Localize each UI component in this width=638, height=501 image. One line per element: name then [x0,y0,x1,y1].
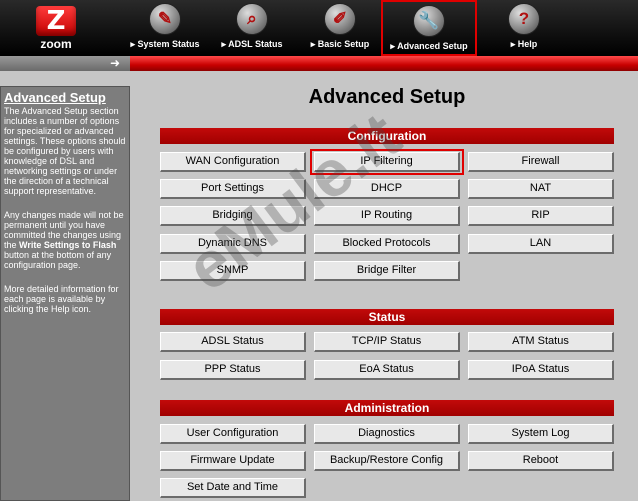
arrow-right-icon: ➜ [110,56,121,70]
user-configuration-button[interactable]: User Configuration [160,424,306,444]
nav-system-status[interactable]: ✎ ▸ System Status [128,0,202,56]
wan-configuration-button[interactable]: WAN Configuration [160,152,306,172]
zoom-logo[interactable]: Z zoom [32,6,80,51]
port-settings-button[interactable]: Port Settings [160,179,306,199]
section-status: Status [160,309,614,325]
zoom-logo-icon: Z [36,6,76,36]
section-administration: Administration [160,400,614,416]
set-date-time-button[interactable]: Set Date and Time [160,478,306,498]
top-nav-bar: Z zoom ✎ ▸ System Status ⌕ ▸ ADSL Status… [0,0,638,56]
nav-advanced-setup[interactable]: 🔧 ▸ Advanced Setup [381,0,477,56]
sidebar-note-bold: Write Settings to Flash [19,240,117,250]
wrench-icon: 🔧 [413,5,445,37]
snmp-button[interactable]: SNMP [160,261,306,281]
nav-basic-setup[interactable]: ✐ ▸ Basic Setup [303,0,377,56]
sidebar-note: Any changes made will not be permanent u… [4,210,126,270]
zoom-logo-text: zoom [40,37,72,51]
bridge-filter-button[interactable]: Bridge Filter [314,261,460,281]
dhcp-button[interactable]: DHCP [314,179,460,199]
page-title: Advanced Setup [308,86,466,108]
sidebar-intro: The Advanced Setup section includes a nu… [4,106,126,196]
sidebar-title[interactable]: Advanced Setup [4,90,126,105]
ppp-status-button[interactable]: PPP Status [160,360,306,380]
nav-label: ▸ Basic Setup [310,39,370,49]
tcpip-status-button[interactable]: TCP/IP Status [314,332,460,352]
folder-icon: ✎ [149,3,181,35]
system-log-button[interactable]: System Log [468,424,614,444]
rip-button[interactable]: RIP [468,206,614,226]
dynamic-dns-button[interactable]: Dynamic DNS [160,234,306,254]
nav-label: ▸ Help [510,39,538,49]
adsl-status-button[interactable]: ADSL Status [160,332,306,352]
ip-routing-button[interactable]: IP Routing [314,206,460,226]
sidebar-help-hint: More detailed information for each page … [4,284,119,314]
sidebar-spacer [0,71,130,86]
nav-label: ▸ ADSL Status [221,39,283,49]
ipoa-status-button[interactable]: IPoA Status [468,360,614,380]
firewall-button[interactable]: Firewall [468,152,614,172]
ip-filtering-highlight [310,149,464,175]
sidebar-note-tail: button at the bottom of any configuratio… [4,250,112,270]
atm-status-button[interactable]: ATM Status [468,332,614,352]
nav-label: ▸ Advanced Setup [390,41,468,51]
eoa-status-button[interactable]: EoA Status [314,360,460,380]
nav-adsl-status[interactable]: ⌕ ▸ ADSL Status [215,0,289,56]
blocked-protocols-button[interactable]: Blocked Protocols [314,234,460,254]
magnifier-icon: ⌕ [236,3,268,35]
question-icon: ? [508,3,540,35]
nav-label: ▸ System Status [130,39,200,49]
nat-button[interactable]: NAT [468,179,614,199]
pen-icon: ✐ [324,3,356,35]
lan-button[interactable]: LAN [468,234,614,254]
backup-restore-config-button[interactable]: Backup/Restore Config [314,451,460,471]
diagnostics-button[interactable]: Diagnostics [314,424,460,444]
bridging-button[interactable]: Bridging [160,206,306,226]
reboot-button[interactable]: Reboot [468,451,614,471]
section-configuration: Configuration [160,128,614,144]
help-sidebar: Advanced Setup The Advanced Setup sectio… [0,86,130,501]
nav-help[interactable]: ? ▸ Help [492,0,556,56]
firmware-update-button[interactable]: Firmware Update [160,451,306,471]
